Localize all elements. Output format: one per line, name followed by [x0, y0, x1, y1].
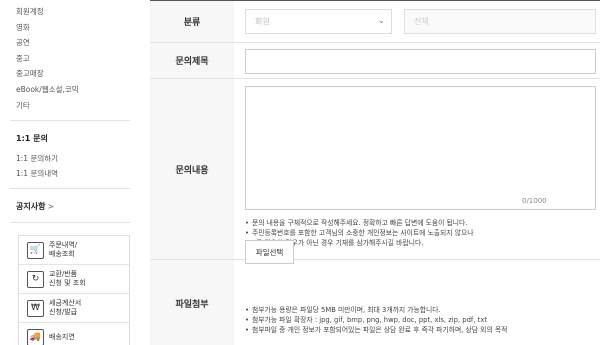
sidebar-item[interactable]: 회원계정	[16, 4, 79, 20]
quick-link-label: 주문내역/ 배송조회	[49, 241, 78, 258]
sidebar-divider	[10, 188, 130, 189]
sidebar-item-inquiry-write[interactable]: 1:1 문의하기	[16, 151, 58, 166]
notice-label: 공지사항	[16, 202, 46, 211]
inquiry-list: 1:1 문의하기 1:1 문의내역	[16, 151, 58, 181]
title-label: 문의제목	[150, 43, 234, 78]
content-textarea[interactable]	[245, 86, 596, 210]
subcategory-select[interactable]: 전체	[404, 9, 596, 34]
delivery-delay-icon: 🚚	[27, 328, 44, 345]
subcategory-select-value: 전체	[414, 17, 429, 26]
sidebar-divider	[10, 222, 130, 223]
quick-link-tax-invoice[interactable]: ₩ 세금계산서 신청/발급	[19, 294, 129, 323]
attach-label: 파일첨부	[150, 260, 234, 345]
tax-invoice-icon: ₩	[27, 299, 44, 317]
exchange-icon: ↻	[27, 270, 44, 288]
sidebar-item-inquiry-history[interactable]: 1:1 문의내역	[16, 166, 58, 181]
sidebar-item[interactable]: 기타	[16, 98, 79, 114]
quick-link-exchange-return[interactable]: ↻ 교환/반품 신청 및 조회	[19, 265, 129, 294]
quick-link-label: 배송지연	[49, 332, 75, 341]
sidebar-item[interactable]: 중고	[16, 51, 79, 67]
quick-links: 🛒 주문내역/ 배송조회 ↻ 교환/반품 신청 및 조회 ₩ 세금계산서 신청/…	[18, 235, 130, 345]
sidebar-item[interactable]: 공연	[16, 35, 79, 51]
inquiry-section-title[interactable]: 1:1 문의	[16, 133, 48, 144]
attach-note: 첨부가능 파일 확장자 : jpg, gif, bmp, png, hwp, d…	[245, 315, 507, 325]
category-select-value: 회원	[255, 17, 270, 26]
sidebar-item[interactable]: eBook/웹소설,코믹	[16, 82, 79, 98]
title-input[interactable]	[245, 49, 596, 74]
category-label: 분류	[150, 1, 234, 42]
chevron-right-icon: >	[47, 202, 55, 211]
sidebar-item[interactable]: 영화	[16, 20, 79, 36]
category-row: 분류 회원 ⌄ 전체	[150, 1, 600, 43]
attach-notes: 첨부가능 용량은 파일당 5MB 미만이며, 최대 3개까지 가능합니다. 첨부…	[245, 305, 507, 335]
quick-link-label: 세금계산서 신청/발급	[49, 299, 82, 316]
sidebar-divider	[10, 120, 130, 121]
character-counter: 0/1000	[522, 197, 547, 205]
inquiry-form: 분류 회원 ⌄ 전체 문의제목 문의내용 파일첨부	[150, 0, 600, 345]
cart-icon: 🛒	[27, 241, 44, 259]
attach-note: 첨부가능 용량은 파일당 5MB 미만이며, 최대 3개까지 가능합니다.	[245, 305, 507, 315]
content-label: 문의내용	[150, 79, 234, 259]
content-note: 문의 내용을 구체적으로 작성해주세요. 정확하고 빠른 답변에 도움이 됩니다…	[245, 218, 473, 228]
attach-note: 첨부파일 중 개인 정보가 포함되어있는 파일은 상담 완료 후 즉각 파기하며…	[245, 325, 507, 335]
sidebar: 회원계정 영화 공연 중고 중고매장 eBook/웹소설,코믹 기타 1:1 문…	[0, 0, 130, 345]
quick-link-order-tracking[interactable]: 🛒 주문내역/ 배송조회	[19, 236, 129, 265]
notice-link[interactable]: 공지사항 >	[16, 201, 54, 212]
content-note: 주민등록번호를 포함한 고객님의 소중한 개인정보는 사이트에 노출되지 않으나	[245, 228, 473, 238]
quick-link-label: 교환/반품 신청 및 조회	[49, 270, 86, 287]
sidebar-item[interactable]: 중고매장	[16, 66, 79, 82]
category-select[interactable]: 회원 ⌄	[245, 9, 392, 34]
quick-link-delivery-delay[interactable]: 🚚 배송지연	[19, 323, 129, 345]
chevron-down-icon: ⌄	[377, 16, 385, 26]
file-select-button[interactable]: 파일선택	[245, 240, 294, 264]
sidebar-category-list: 회원계정 영화 공연 중고 중고매장 eBook/웹소설,코믹 기타	[16, 4, 79, 113]
